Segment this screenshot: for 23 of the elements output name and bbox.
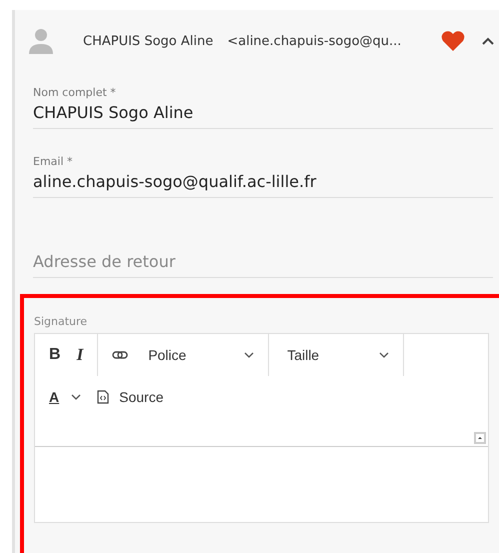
document-icon	[97, 390, 110, 404]
dropdown[interactable]: Police	[136, 343, 262, 367]
text-field[interactable]: aline.chapuis-sogo@qualif.ac-lille.fr	[33, 172, 493, 191]
dropdown[interactable]: Taille	[275, 343, 398, 367]
link-icon	[112, 350, 128, 360]
contact-email: <aline.chapuis-sogo@qu...	[227, 34, 402, 48]
collapse-toolbar-icon[interactable]	[474, 432, 486, 444]
italic-button[interactable]: I	[68, 341, 92, 369]
avatar-icon	[29, 28, 53, 54]
text-color-button[interactable]: A	[41, 385, 90, 409]
contact-name: CHAPUIS Sogo Aline	[83, 34, 214, 48]
bold-button[interactable]: B	[41, 342, 69, 368]
rich-text-editor[interactable]: B I Police Taille A Source	[34, 333, 489, 523]
caret-icon	[379, 351, 390, 359]
source-button[interactable]: Source	[89, 385, 172, 409]
caret-icon	[71, 393, 82, 401]
field-label: Signature	[34, 315, 88, 328]
caret-icon	[244, 351, 254, 359]
field-label: Email *	[33, 155, 74, 168]
favorite-heart-icon[interactable]	[441, 30, 465, 52]
collapse-chevron-icon[interactable]	[481, 36, 495, 46]
text-field[interactable]: CHAPUIS Sogo Aline	[33, 103, 493, 122]
field-label: Nom complet *	[33, 86, 117, 99]
